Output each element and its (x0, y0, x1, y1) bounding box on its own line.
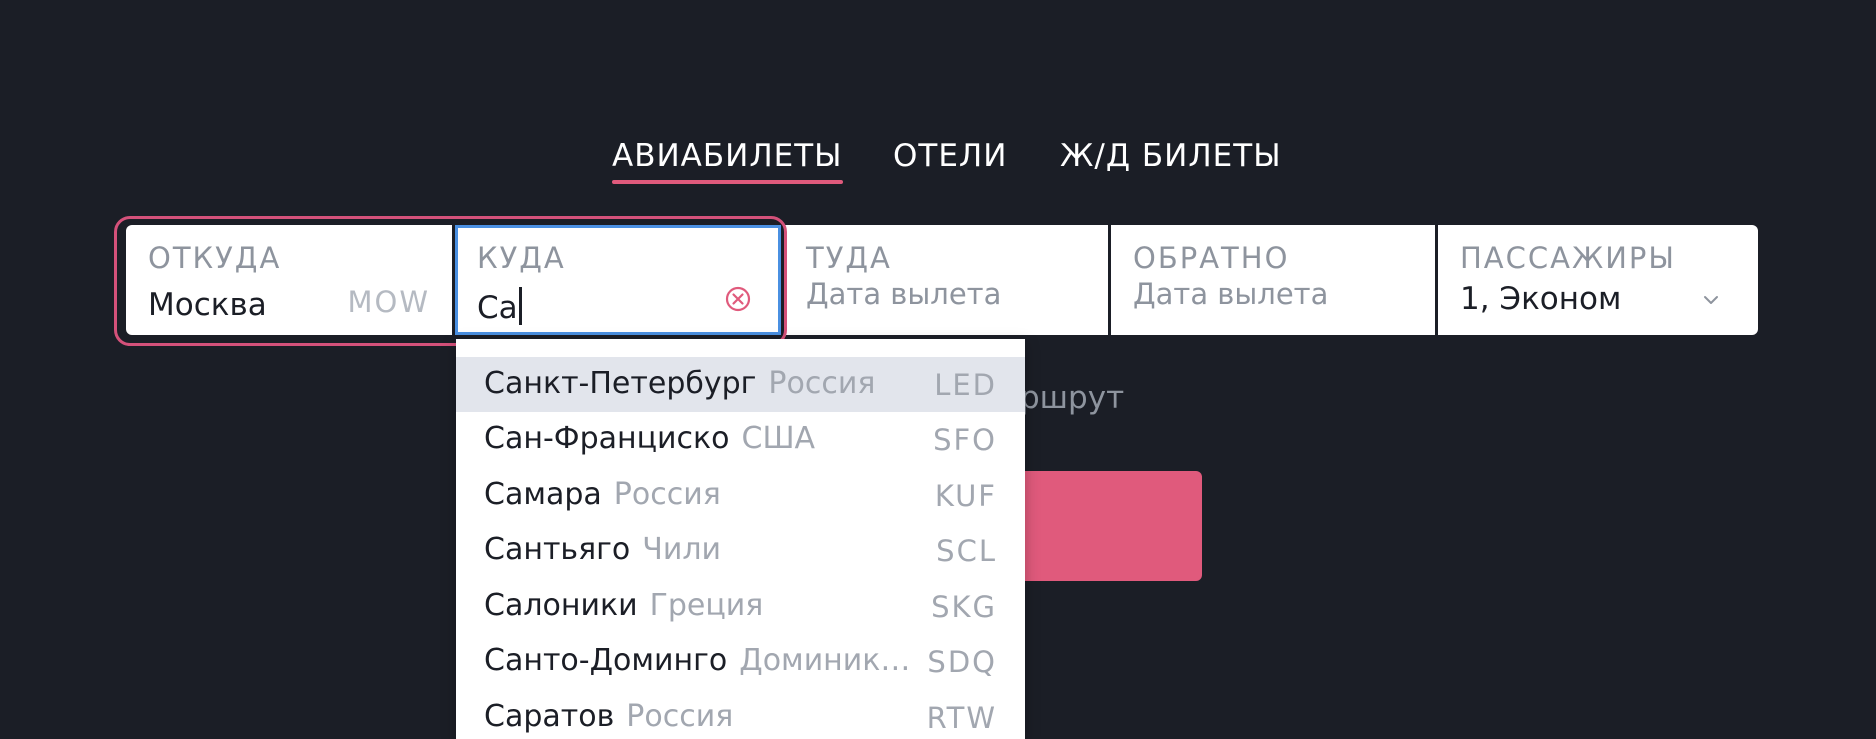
suggestion-country: Россия (768, 366, 876, 401)
text-caret (518, 287, 522, 325)
tab-flights[interactable]: АВИАБИЛЕТЫ (612, 138, 843, 184)
suggestion-item[interactable]: Салоники Греция SKG (456, 579, 1025, 634)
suggestion-country: США (741, 421, 816, 456)
clear-circle-x-icon[interactable] (724, 285, 752, 313)
tab-hotels-label: ОТЕЛИ (893, 138, 1008, 174)
depart-label: ТУДА (806, 241, 892, 275)
suggestion-city: Саратов (484, 699, 615, 734)
suggestion-city: Санто-Доминго (484, 643, 728, 678)
tab-trains-label: Ж/Д БИЛЕТЫ (1060, 138, 1282, 174)
suggestion-code: RTW (926, 701, 997, 735)
suggestion-item[interactable]: Сан-Франциско США SFO (456, 412, 1025, 467)
return-label: ОБРАТНО (1133, 241, 1290, 275)
suggestion-item[interactable]: Самара Россия KUF (456, 468, 1025, 523)
tab-trains[interactable]: Ж/Д БИЛЕТЫ (1060, 138, 1282, 174)
chevron-down-icon[interactable] (1702, 291, 1720, 309)
origin-field[interactable]: ОТКУДА Москва MOW (126, 225, 452, 335)
destination-input-text: Са (477, 290, 518, 326)
origin-value: Москва (148, 287, 267, 323)
suggestion-item[interactable]: Сантьяго Чили SCL (456, 523, 1025, 578)
suggestion-code: LED (934, 368, 997, 402)
suggestion-city: Санкт-Петербург (484, 366, 757, 401)
destination-input[interactable]: Са (477, 287, 522, 326)
passengers-field[interactable]: ПАССАЖИРЫ 1, Эконом (1438, 225, 1758, 335)
search-form: ОТКУДА Москва MOW КУДА Са ТУДА Дата выле… (126, 225, 1758, 335)
suggestion-item[interactable]: Саратов Россия RTW (456, 690, 1025, 739)
suggestion-code: KUF (934, 479, 997, 513)
suggestion-city: Сан-Франциско (484, 421, 730, 456)
product-tabs: АВИАБИЛЕТЫ ОТЕЛИ Ж/Д БИЛЕТЫ (0, 138, 1876, 188)
passengers-label: ПАССАЖИРЫ (1460, 241, 1676, 275)
suggestion-country: Россия (613, 477, 721, 512)
destination-field[interactable]: КУДА Са (455, 225, 781, 335)
suggestion-country: Греция (649, 588, 764, 623)
suggestion-country: Чили (642, 532, 722, 567)
origin-code: MOW (347, 285, 430, 319)
depart-placeholder: Дата вылета (806, 277, 1002, 311)
active-tab-underline (612, 180, 843, 184)
tab-hotels[interactable]: ОТЕЛИ (893, 138, 1007, 174)
suggestion-code: SDQ (927, 645, 997, 679)
depart-date-field[interactable]: ТУДА Дата вылета (784, 225, 1108, 335)
passengers-value: 1, Эконом (1460, 281, 1622, 317)
suggestion-country: Доминик… (739, 643, 911, 678)
complex-route-link[interactable]: ршрут (1020, 380, 1124, 416)
suggestion-country: Россия (626, 699, 734, 734)
suggestion-city: Сантьяго (484, 532, 631, 567)
suggestion-city: Самара (484, 477, 602, 512)
suggestion-city: Салоники (484, 588, 638, 623)
suggestion-item[interactable]: Санкт-Петербург Россия LED (456, 357, 1025, 412)
return-date-field[interactable]: ОБРАТНО Дата вылета (1111, 225, 1435, 335)
tab-flights-label: АВИАБИЛЕТЫ (612, 138, 843, 174)
origin-label: ОТКУДА (148, 241, 282, 275)
return-placeholder: Дата вылета (1133, 277, 1329, 311)
suggestion-code: SKG (931, 590, 997, 624)
destination-suggestions: Санкт-Петербург Россия LED Сан-Франциско С… (456, 339, 1025, 739)
suggestion-code: SFO (933, 423, 997, 457)
destination-label: КУДА (477, 241, 566, 275)
suggestion-item[interactable]: Санто-Доминго Доминик… SDQ (456, 634, 1025, 689)
suggestion-code: SCL (936, 534, 997, 568)
